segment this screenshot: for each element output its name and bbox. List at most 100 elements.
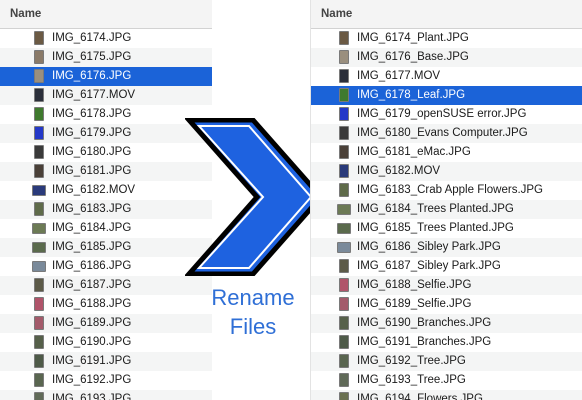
file-thumbnail-icon — [34, 202, 44, 216]
file-name: IMG_6181_eMac.JPG — [357, 146, 471, 158]
file-thumbnail-icon — [34, 373, 44, 387]
file-thumbnail-icon — [32, 261, 46, 272]
file-thumbnail-icon — [339, 183, 349, 197]
file-name: IMG_6182.MOV — [357, 165, 441, 177]
file-thumbnail-icon — [339, 297, 349, 311]
file-name: IMG_6194_Flowers.JPG — [357, 393, 483, 400]
file-thumbnail-icon — [32, 223, 46, 234]
file-name: IMG_6174_Plant.JPG — [357, 32, 469, 44]
file-thumbnail-icon — [339, 126, 349, 140]
file-row[interactable]: IMG_6192_Tree.JPG — [311, 352, 582, 371]
file-name: IMG_6183_Crab Apple Flowers.JPG — [357, 184, 544, 196]
file-name: IMG_6187_Sibley Park.JPG — [357, 260, 501, 272]
file-row[interactable]: IMG_6180_Evans Computer.JPG — [311, 124, 582, 143]
file-name: IMG_6181.JPG — [52, 165, 132, 177]
files-caption: Files — [229, 314, 277, 339]
file-thumbnail-icon — [339, 50, 349, 64]
file-row[interactable]: IMG_6187_Sibley Park.JPG — [311, 257, 582, 276]
file-name: IMG_6177.MOV — [357, 70, 441, 82]
file-thumbnail-icon — [339, 107, 349, 121]
file-thumbnail-icon — [339, 164, 349, 178]
file-row[interactable]: IMG_6184.JPG — [0, 219, 212, 238]
file-thumbnail-icon — [34, 88, 44, 102]
file-row[interactable]: IMG_6179_openSUSE error.JPG — [311, 105, 582, 124]
file-thumbnail-icon — [339, 31, 349, 45]
file-name: IMG_6182.MOV — [52, 184, 136, 196]
file-thumbnail-icon — [34, 145, 44, 159]
file-row[interactable]: IMG_6186.JPG — [0, 257, 212, 276]
file-name: IMG_6176_Base.JPG — [357, 51, 469, 63]
before-file-list: Name IMG_6174.JPG IMG_6175.JPG IMG_6176.JP… — [0, 0, 213, 400]
file-row[interactable]: IMG_6193.JPG — [0, 390, 212, 400]
after-file-list: Name IMG_6174_Plant.JPG IMG_6176_Base.JPG… — [310, 0, 582, 400]
file-name: IMG_6179.JPG — [52, 127, 132, 139]
file-name: IMG_6193_Tree.JPG — [357, 374, 466, 386]
file-row[interactable]: IMG_6181.JPG — [0, 162, 212, 181]
file-thumbnail-icon — [339, 392, 349, 400]
file-thumbnail-icon — [337, 242, 351, 253]
file-name: IMG_6185.JPG — [52, 241, 132, 253]
file-thumbnail-icon — [339, 88, 349, 102]
file-name: IMG_6188_Selfie.JPG — [357, 279, 472, 291]
file-row[interactable]: IMG_6182.MOV — [311, 162, 582, 181]
file-thumbnail-icon — [34, 69, 44, 83]
file-thumbnail-icon — [34, 297, 44, 311]
file-row[interactable]: IMG_6186_Sibley Park.JPG — [311, 238, 582, 257]
file-row[interactable]: IMG_6187.JPG — [0, 276, 212, 295]
file-name: IMG_6186.JPG — [52, 260, 132, 272]
file-row[interactable]: IMG_6176_Base.JPG — [311, 48, 582, 67]
file-thumbnail-icon — [34, 107, 44, 121]
file-row[interactable]: IMG_6178_Leaf.JPG — [311, 86, 582, 105]
file-thumbnail-icon — [34, 316, 44, 330]
file-thumbnail-icon — [34, 31, 44, 45]
file-row[interactable]: IMG_6178.JPG — [0, 105, 212, 124]
file-row[interactable]: IMG_6190_Branches.JPG — [311, 314, 582, 333]
file-row[interactable]: IMG_6179.JPG — [0, 124, 212, 143]
file-row[interactable]: IMG_6193_Tree.JPG — [311, 371, 582, 390]
name-column-header[interactable]: Name — [0, 0, 212, 29]
file-row[interactable]: IMG_6181_eMac.JPG — [311, 143, 582, 162]
file-row[interactable]: IMG_6183.JPG — [0, 200, 212, 219]
file-name: IMG_6175.JPG — [52, 51, 132, 63]
file-name: IMG_6180.JPG — [52, 146, 132, 158]
file-thumbnail-icon — [32, 242, 46, 253]
file-row[interactable]: IMG_6188_Selfie.JPG — [311, 276, 582, 295]
file-row[interactable]: IMG_6174.JPG — [0, 29, 212, 48]
file-row[interactable]: IMG_6189.JPG — [0, 314, 212, 333]
file-name: IMG_6186_Sibley Park.JPG — [357, 241, 501, 253]
file-row[interactable]: IMG_6189_Selfie.JPG — [311, 295, 582, 314]
file-thumbnail-icon — [339, 354, 349, 368]
file-row[interactable]: IMG_6192.JPG — [0, 371, 212, 390]
file-name: IMG_6177.MOV — [52, 89, 136, 101]
name-column-header[interactable]: Name — [311, 0, 582, 29]
file-row[interactable]: IMG_6182.MOV — [0, 181, 212, 200]
file-row[interactable]: IMG_6185_Trees Planted.JPG — [311, 219, 582, 238]
file-row[interactable]: IMG_6191_Branches.JPG — [311, 333, 582, 352]
file-thumbnail-icon — [337, 204, 351, 215]
file-row[interactable]: IMG_6180.JPG — [0, 143, 212, 162]
file-row[interactable]: IMG_6177.MOV — [311, 67, 582, 86]
file-row[interactable]: IMG_6175.JPG — [0, 48, 212, 67]
file-thumbnail-icon — [337, 223, 351, 234]
file-row[interactable]: IMG_6185.JPG — [0, 238, 212, 257]
file-thumbnail-icon — [34, 278, 44, 292]
file-row[interactable]: IMG_6176.JPG — [0, 67, 212, 86]
file-name: IMG_6190_Branches.JPG — [357, 317, 492, 329]
file-name: IMG_6184.JPG — [52, 222, 132, 234]
file-name: IMG_6183.JPG — [52, 203, 132, 215]
file-row[interactable]: IMG_6177.MOV — [0, 86, 212, 105]
rename-caption: Rename — [211, 285, 295, 310]
file-row[interactable]: IMG_6194_Flowers.JPG — [311, 390, 582, 400]
file-row[interactable]: IMG_6184_Trees Planted.JPG — [311, 200, 582, 219]
file-row[interactable]: IMG_6183_Crab Apple Flowers.JPG — [311, 181, 582, 200]
file-name: IMG_6192.JPG — [52, 374, 132, 386]
file-row[interactable]: IMG_6190.JPG — [0, 333, 212, 352]
file-thumbnail-icon — [34, 335, 44, 349]
file-thumbnail-icon — [339, 316, 349, 330]
file-thumbnail-icon — [339, 335, 349, 349]
file-row[interactable]: IMG_6188.JPG — [0, 295, 212, 314]
file-row[interactable]: IMG_6174_Plant.JPG — [311, 29, 582, 48]
file-row[interactable]: IMG_6191.JPG — [0, 352, 212, 371]
file-thumbnail-icon — [34, 50, 44, 64]
file-thumbnail-icon — [339, 145, 349, 159]
